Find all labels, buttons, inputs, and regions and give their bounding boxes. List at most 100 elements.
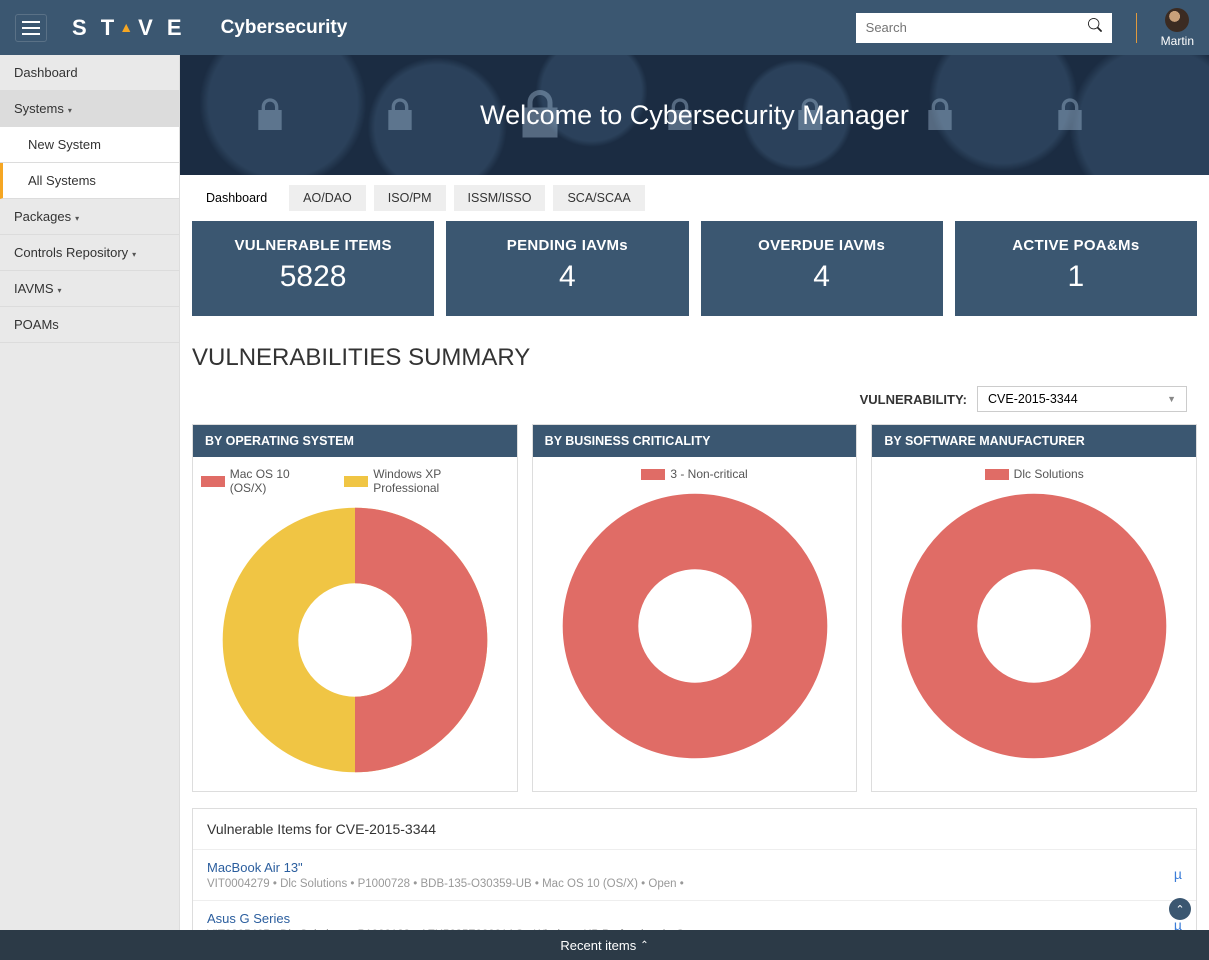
chevron-down-icon: ▼ xyxy=(1167,394,1176,404)
sidebar-item-packages[interactable]: Packages ▾ xyxy=(0,199,179,235)
hamburger-menu[interactable] xyxy=(15,14,47,42)
card-active-poams[interactable]: ACTIVE POA&Ms 1 xyxy=(955,221,1197,316)
user-name: Martin xyxy=(1161,34,1194,48)
chevron-up-icon: ⌃ xyxy=(1175,903,1184,916)
card-title: OVERDUE IAVMs xyxy=(709,237,935,254)
chevron-down-icon: ▾ xyxy=(68,106,72,115)
lock-icon xyxy=(380,95,420,135)
sidebar-item-label: New System xyxy=(28,137,101,152)
bottombar[interactable]: Recent items ⌃ xyxy=(0,930,1209,960)
item-name[interactable]: MacBook Air 13" xyxy=(207,860,684,875)
chart-title: BY OPERATING SYSTEM xyxy=(193,425,517,457)
item-meta: VIT0004279 • Dlc Solutions • P1000728 • … xyxy=(207,878,684,890)
sidebar-item-systems[interactable]: Systems ▾ xyxy=(0,91,179,127)
legend-label: Mac OS 10 (OS/X) xyxy=(230,467,329,495)
brand-logo[interactable]: S T▲V E xyxy=(72,15,186,41)
main-content: Welcome to Cybersecurity Manager Dashboa… xyxy=(180,55,1209,930)
legend-swatch xyxy=(641,469,665,480)
card-vulnerable-items[interactable]: VULNERABLE ITEMS 5828 xyxy=(192,221,434,316)
card-value: 4 xyxy=(454,260,680,294)
card-value: 1 xyxy=(963,260,1189,294)
chart-legend: Mac OS 10 (OS/X) Windows XP Professional xyxy=(193,457,517,499)
legend-label: Dlc Solutions xyxy=(1014,467,1084,481)
vulnerability-select[interactable]: CVE-2015-3344 ▼ xyxy=(977,386,1187,412)
row-action-icon[interactable]: µ xyxy=(1174,860,1182,882)
lock-icon xyxy=(920,95,960,135)
logo-triangle-icon: ▲ xyxy=(119,19,137,35)
chart-by-criticality: BY BUSINESS CRITICALITY 3 - Non-critical xyxy=(532,424,858,792)
card-value: 5828 xyxy=(200,260,426,294)
panel-title: Vulnerable Items for CVE-2015-3344 xyxy=(193,809,1196,849)
vulnerability-filter-label: VULNERABILITY: xyxy=(860,392,967,407)
lock-icon xyxy=(1050,95,1090,135)
user-menu[interactable]: Martin xyxy=(1161,8,1194,48)
sidebar-item-new-system[interactable]: New System xyxy=(0,127,179,163)
scroll-top-button[interactable]: ⌃ xyxy=(1169,898,1191,920)
table-row[interactable]: Asus G Series VIT0005465 • Dlc Solutions… xyxy=(193,900,1196,930)
vulnerable-items-panel: Vulnerable Items for CVE-2015-3344 MacBo… xyxy=(192,808,1197,930)
legend-swatch xyxy=(344,476,368,487)
donut-chart xyxy=(193,499,517,791)
summary-cards: VULNERABLE ITEMS 5828 PENDING IAVMs 4 OV… xyxy=(180,221,1209,336)
sidebar-item-all-systems[interactable]: All Systems xyxy=(0,163,179,199)
chart-title: BY BUSINESS CRITICALITY xyxy=(533,425,857,457)
sidebar-item-controls-repository[interactable]: Controls Repository ▾ xyxy=(0,235,179,271)
tab-iso-pm[interactable]: ISO/PM xyxy=(374,185,446,211)
chart-by-os: BY OPERATING SYSTEM Mac OS 10 (OS/X) Win… xyxy=(192,424,518,792)
tab-sca-scaa[interactable]: SCA/SCAA xyxy=(553,185,644,211)
donut-chart xyxy=(872,485,1196,777)
topbar: S T▲V E Cybersecurity Martin xyxy=(0,0,1209,55)
search-box[interactable] xyxy=(856,13,1112,43)
chevron-down-icon: ▾ xyxy=(132,250,136,259)
sidebar-item-label: All Systems xyxy=(28,173,96,188)
card-overdue-iavms[interactable]: OVERDUE IAVMs 4 xyxy=(701,221,943,316)
sidebar-item-label: Dashboard xyxy=(14,65,78,80)
sidebar-item-iavms[interactable]: IAVMS ▾ xyxy=(0,271,179,307)
topbar-divider xyxy=(1136,13,1137,43)
card-title: PENDING IAVMs xyxy=(454,237,680,254)
legend-swatch xyxy=(985,469,1009,480)
item-name[interactable]: Asus G Series xyxy=(207,911,711,926)
legend-item[interactable]: Dlc Solutions xyxy=(985,467,1084,481)
avatar xyxy=(1165,8,1189,32)
card-title: VULNERABLE ITEMS xyxy=(200,237,426,254)
tab-ao-dao[interactable]: AO/DAO xyxy=(289,185,366,211)
chart-legend: 3 - Non-critical xyxy=(533,457,857,485)
search-icon[interactable] xyxy=(1088,18,1102,37)
sidebar-item-label: IAVMS xyxy=(14,281,54,296)
brand-text: S T xyxy=(72,15,118,41)
legend-item[interactable]: 3 - Non-critical xyxy=(641,467,747,481)
sidebar-item-label: Controls Repository xyxy=(14,245,128,260)
card-title: ACTIVE POA&Ms xyxy=(963,237,1189,254)
sidebar-item-dashboard[interactable]: Dashboard xyxy=(0,55,179,91)
legend-label: Windows XP Professional xyxy=(373,467,508,495)
sidebar-item-poams[interactable]: POAMs xyxy=(0,307,179,343)
app-title: Cybersecurity xyxy=(221,17,348,39)
chart-legend: Dlc Solutions xyxy=(872,457,1196,485)
tab-dashboard[interactable]: Dashboard xyxy=(192,185,281,211)
search-input[interactable] xyxy=(866,20,1088,35)
bottombar-label: Recent items xyxy=(560,938,636,953)
donut-chart xyxy=(533,485,857,777)
chart-title: BY SOFTWARE MANUFACTURER xyxy=(872,425,1196,457)
sidebar-item-label: Systems xyxy=(14,101,64,116)
chevron-down-icon: ▾ xyxy=(75,214,79,223)
lock-icon xyxy=(250,95,290,135)
vulnerability-filter: VULNERABILITY: CVE-2015-3344 ▼ xyxy=(180,386,1209,424)
chevron-down-icon: ▾ xyxy=(58,286,62,295)
chart-by-manufacturer: BY SOFTWARE MANUFACTURER Dlc Solutions xyxy=(871,424,1197,792)
card-value: 4 xyxy=(709,260,935,294)
tab-issm-isso[interactable]: ISSM/ISSO xyxy=(454,185,546,211)
sidebar-item-label: Packages xyxy=(14,209,71,224)
vulnerability-selected: CVE-2015-3344 xyxy=(988,392,1078,406)
charts-row: BY OPERATING SYSTEM Mac OS 10 (OS/X) Win… xyxy=(180,424,1209,792)
hero-title: Welcome to Cybersecurity Manager xyxy=(480,100,909,131)
sidebar-item-label: POAMs xyxy=(14,317,59,332)
sidebar: Dashboard Systems ▾ New System All System… xyxy=(0,55,180,930)
legend-item[interactable]: Mac OS 10 (OS/X) xyxy=(201,467,328,495)
card-pending-iavms[interactable]: PENDING IAVMs 4 xyxy=(446,221,688,316)
legend-item[interactable]: Windows XP Professional xyxy=(344,467,508,495)
chevron-up-icon: ⌃ xyxy=(640,940,648,951)
table-row[interactable]: MacBook Air 13" VIT0004279 • Dlc Solutio… xyxy=(193,849,1196,900)
brand-text-2: V E xyxy=(138,15,185,41)
